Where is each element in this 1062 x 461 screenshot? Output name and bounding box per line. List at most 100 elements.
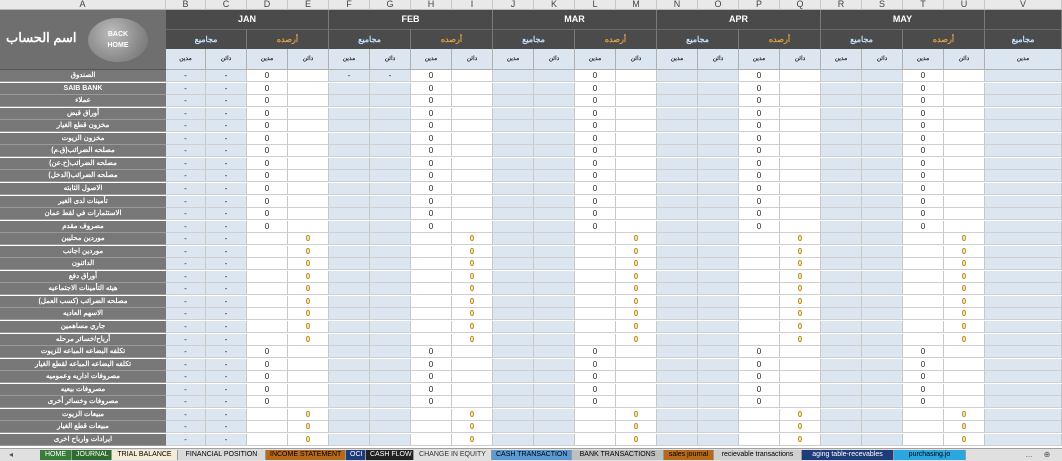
data-cell[interactable] <box>534 308 575 320</box>
data-cell[interactable] <box>370 283 411 295</box>
data-cell[interactable] <box>985 334 1062 346</box>
data-cell[interactable]: 0 <box>903 371 944 383</box>
data-cell[interactable] <box>903 271 944 283</box>
data-cell[interactable] <box>493 396 534 408</box>
data-cell[interactable] <box>698 421 739 433</box>
data-cell[interactable] <box>370 108 411 120</box>
data-cell[interactable]: 0 <box>288 321 329 333</box>
data-cell[interactable] <box>493 384 534 396</box>
data-cell[interactable]: 0 <box>247 158 288 170</box>
data-cell[interactable]: 0 <box>739 145 780 157</box>
data-cell[interactable] <box>780 371 821 383</box>
data-cell[interactable] <box>903 334 944 346</box>
data-cell[interactable] <box>821 95 862 107</box>
data-cell[interactable] <box>616 95 657 107</box>
data-cell[interactable] <box>657 283 698 295</box>
data-cell[interactable]: 0 <box>247 183 288 195</box>
data-cell[interactable] <box>821 208 862 220</box>
data-cell[interactable]: - <box>206 283 247 295</box>
column-header-p[interactable]: P <box>739 0 780 10</box>
data-cell[interactable]: 0 <box>247 359 288 371</box>
data-cell[interactable] <box>493 133 534 145</box>
data-cell[interactable] <box>698 396 739 408</box>
data-cell[interactable] <box>493 95 534 107</box>
column-header-e[interactable]: E <box>288 0 329 10</box>
data-cell[interactable] <box>657 296 698 308</box>
data-cell[interactable] <box>370 271 411 283</box>
data-cell[interactable] <box>452 95 493 107</box>
data-cell[interactable] <box>657 271 698 283</box>
data-cell[interactable] <box>985 196 1062 208</box>
column-header-g[interactable]: G <box>370 0 411 10</box>
sheet-tab-4[interactable]: INCOME STATEMENT <box>266 450 346 460</box>
data-cell[interactable] <box>698 346 739 358</box>
data-cell[interactable]: 0 <box>944 296 985 308</box>
data-cell[interactable]: 0 <box>575 95 616 107</box>
data-cell[interactable] <box>780 108 821 120</box>
data-cell[interactable] <box>862 158 903 170</box>
data-cell[interactable] <box>288 196 329 208</box>
data-cell[interactable] <box>821 308 862 320</box>
data-cell[interactable] <box>370 221 411 233</box>
data-cell[interactable]: - <box>166 271 206 283</box>
data-cell[interactable]: - <box>166 258 206 270</box>
data-cell[interactable] <box>821 283 862 295</box>
data-cell[interactable] <box>821 83 862 95</box>
data-cell[interactable] <box>329 396 370 408</box>
data-cell[interactable] <box>862 283 903 295</box>
data-cell[interactable]: 0 <box>616 271 657 283</box>
data-cell[interactable] <box>575 296 616 308</box>
data-cell[interactable] <box>944 359 985 371</box>
data-cell[interactable]: 0 <box>739 70 780 82</box>
sheet-tab-2[interactable]: TRIAL BALANCE <box>112 450 178 460</box>
data-cell[interactable] <box>985 221 1062 233</box>
sheet-tab-0[interactable]: HOME <box>40 450 72 460</box>
data-cell[interactable] <box>903 246 944 258</box>
data-cell[interactable]: 0 <box>452 334 493 346</box>
data-cell[interactable] <box>657 196 698 208</box>
data-cell[interactable] <box>288 396 329 408</box>
data-cell[interactable]: 0 <box>452 246 493 258</box>
data-cell[interactable]: 0 <box>247 95 288 107</box>
data-cell[interactable] <box>657 120 698 132</box>
data-cell[interactable]: 0 <box>247 120 288 132</box>
data-cell[interactable] <box>370 396 411 408</box>
data-cell[interactable]: - <box>166 145 206 157</box>
data-cell[interactable] <box>903 233 944 245</box>
data-cell[interactable] <box>862 233 903 245</box>
data-cell[interactable] <box>493 409 534 421</box>
data-cell[interactable] <box>288 120 329 132</box>
data-cell[interactable] <box>985 95 1062 107</box>
data-cell[interactable] <box>657 421 698 433</box>
data-cell[interactable] <box>329 170 370 182</box>
data-cell[interactable]: 0 <box>575 396 616 408</box>
data-cell[interactable] <box>821 145 862 157</box>
data-cell[interactable] <box>370 421 411 433</box>
data-cell[interactable] <box>985 359 1062 371</box>
data-cell[interactable] <box>821 346 862 358</box>
data-cell[interactable] <box>452 158 493 170</box>
data-cell[interactable]: 0 <box>247 83 288 95</box>
data-cell[interactable] <box>862 308 903 320</box>
data-cell[interactable] <box>698 83 739 95</box>
data-cell[interactable] <box>862 70 903 82</box>
data-cell[interactable] <box>575 321 616 333</box>
data-cell[interactable] <box>985 258 1062 270</box>
data-cell[interactable]: 0 <box>739 83 780 95</box>
data-cell[interactable]: - <box>206 158 247 170</box>
data-cell[interactable] <box>739 308 780 320</box>
data-cell[interactable] <box>288 158 329 170</box>
data-cell[interactable]: - <box>206 409 247 421</box>
data-cell[interactable]: 0 <box>411 208 452 220</box>
data-cell[interactable]: 0 <box>452 258 493 270</box>
data-cell[interactable] <box>370 296 411 308</box>
data-cell[interactable] <box>739 246 780 258</box>
data-cell[interactable] <box>821 371 862 383</box>
data-cell[interactable] <box>821 246 862 258</box>
data-cell[interactable] <box>985 233 1062 245</box>
data-cell[interactable] <box>493 308 534 320</box>
data-cell[interactable] <box>780 95 821 107</box>
data-cell[interactable]: 0 <box>780 334 821 346</box>
data-cell[interactable] <box>903 296 944 308</box>
data-cell[interactable] <box>698 233 739 245</box>
